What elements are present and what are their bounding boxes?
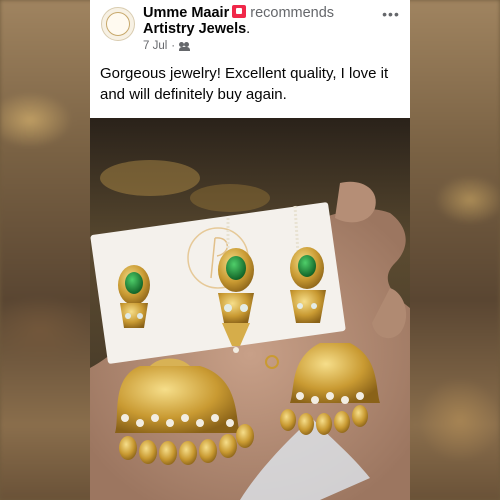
recommend-icon bbox=[232, 5, 247, 18]
meta-separator: · bbox=[171, 40, 176, 52]
jewelry-photo bbox=[90, 118, 410, 500]
author-name[interactable]: Umme Maair bbox=[143, 5, 229, 21]
avatar[interactable] bbox=[101, 7, 135, 41]
background-bangle bbox=[100, 160, 200, 196]
post-card: Umme Maair recommends Artistry Jewels. 7 … bbox=[90, 0, 410, 500]
post-photo[interactable] bbox=[90, 118, 410, 500]
more-options-button[interactable]: ••• bbox=[380, 6, 402, 22]
recommends-label: recommends bbox=[250, 5, 335, 21]
post-header: Umme Maair recommends Artistry Jewels. 7 … bbox=[90, 0, 410, 118]
post-text: Gorgeous jewelry! Excellent quality, I l… bbox=[100, 65, 389, 103]
friends-icon[interactable] bbox=[179, 41, 191, 51]
page-name-line: Artistry Jewels. bbox=[143, 21, 250, 37]
post-date[interactable]: 7 Jul bbox=[143, 40, 167, 52]
page-name-dot: . bbox=[246, 21, 251, 37]
author-line: Umme Maair recommends bbox=[143, 5, 334, 21]
avatar-logo bbox=[106, 12, 130, 36]
post-meta: 7 Jul · bbox=[143, 40, 191, 52]
background-bangle bbox=[190, 184, 270, 212]
page-name[interactable]: Artistry Jewels bbox=[143, 21, 246, 37]
